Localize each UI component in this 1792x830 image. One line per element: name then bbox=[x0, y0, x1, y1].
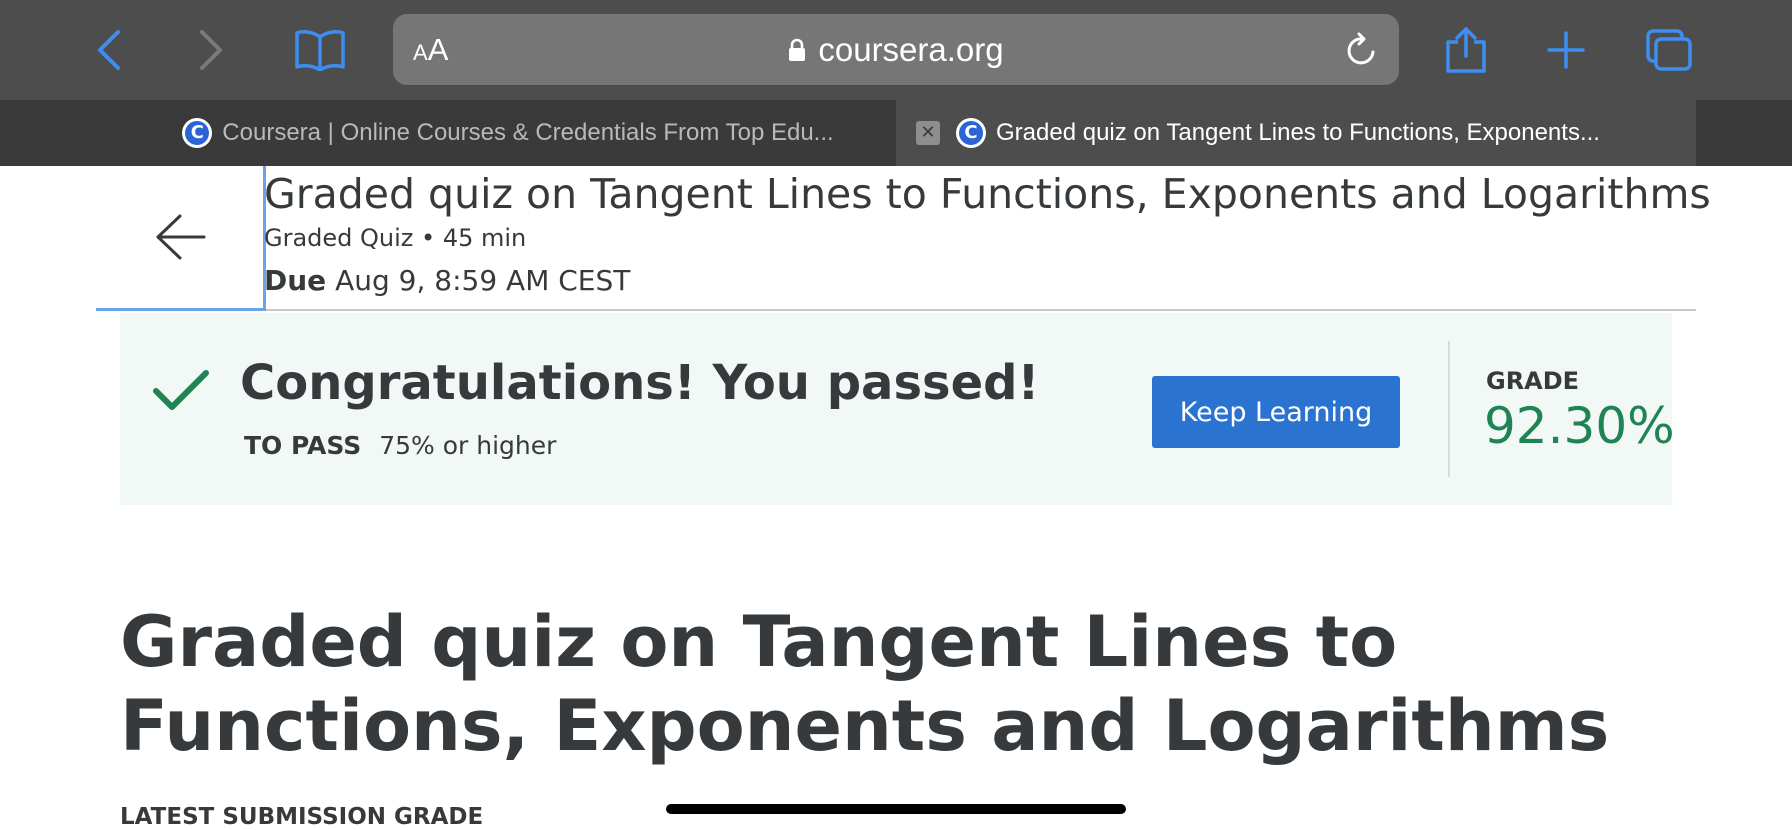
tab-title: Coursera | Online Courses & Credentials … bbox=[222, 119, 834, 146]
address-host: coursera.org bbox=[393, 14, 1399, 85]
home-indicator[interactable] bbox=[666, 804, 1126, 814]
tab-coursera-home[interactable]: C Coursera | Online Courses & Credential… bbox=[120, 100, 896, 166]
tab-title: Graded quiz on Tangent Lines to Function… bbox=[996, 119, 1600, 146]
book-icon bbox=[295, 30, 345, 71]
tabs-overview-button[interactable] bbox=[1644, 0, 1694, 100]
bookmarks-button[interactable] bbox=[290, 0, 350, 100]
plus-icon bbox=[1547, 31, 1585, 69]
due-date: Due Aug 9, 8:59 AM CEST bbox=[264, 264, 630, 297]
coursera-favicon-icon: C bbox=[956, 118, 986, 148]
forward-button[interactable] bbox=[186, 0, 236, 100]
page-title: Graded quiz on Tangent Lines to Function… bbox=[120, 601, 1610, 767]
quiz-meta: Graded Quiz • 45 min bbox=[264, 224, 527, 252]
back-to-course-button[interactable] bbox=[96, 166, 266, 311]
arrow-left-icon bbox=[156, 214, 205, 260]
reload-icon bbox=[1347, 32, 1375, 65]
browser-toolbar: AA coursera.org bbox=[0, 0, 1792, 100]
header-divider bbox=[266, 309, 1696, 311]
checkmark-icon bbox=[153, 370, 209, 410]
close-tab-icon[interactable]: ✕ bbox=[916, 121, 940, 145]
back-button[interactable] bbox=[84, 0, 134, 100]
quiz-header-title: Graded quiz on Tangent Lines to Function… bbox=[264, 170, 1711, 218]
grade-label: GRADE bbox=[1486, 367, 1580, 395]
grade-value: 92.30% bbox=[1484, 397, 1675, 455]
keep-learning-button[interactable]: Keep Learning bbox=[1152, 376, 1400, 448]
result-banner: Congratulations! You passed! TO PASS 75%… bbox=[120, 313, 1675, 505]
reload-button[interactable] bbox=[1345, 32, 1379, 72]
chevron-left-icon bbox=[98, 30, 120, 70]
chevron-right-icon bbox=[200, 30, 222, 70]
latest-submission-grade-label: LATEST SUBMISSION GRADE bbox=[120, 804, 484, 830]
address-bar[interactable]: AA coursera.org bbox=[393, 14, 1399, 85]
lock-icon bbox=[789, 38, 806, 61]
share-button[interactable] bbox=[1440, 0, 1492, 100]
tab-strip: C Coursera | Online Courses & Credential… bbox=[0, 100, 1792, 166]
to-pass-requirement: TO PASS 75% or higher bbox=[244, 431, 556, 460]
due-value: Aug 9, 8:59 AM CEST bbox=[335, 264, 631, 297]
address-url: coursera.org bbox=[818, 30, 1004, 68]
due-label: Due bbox=[264, 264, 327, 297]
share-icon bbox=[1446, 27, 1486, 73]
grade-divider bbox=[1448, 341, 1450, 477]
tabs-icon bbox=[1646, 29, 1692, 71]
to-pass-label: TO PASS bbox=[244, 431, 362, 460]
coursera-favicon-icon: C bbox=[182, 118, 213, 148]
pass-message: Congratulations! You passed! bbox=[240, 355, 1040, 411]
tab-graded-quiz[interactable]: ✕ C Graded quiz on Tangent Lines to Func… bbox=[896, 100, 1696, 166]
to-pass-value: 75% or higher bbox=[379, 431, 557, 460]
new-tab-button[interactable] bbox=[1544, 0, 1588, 100]
